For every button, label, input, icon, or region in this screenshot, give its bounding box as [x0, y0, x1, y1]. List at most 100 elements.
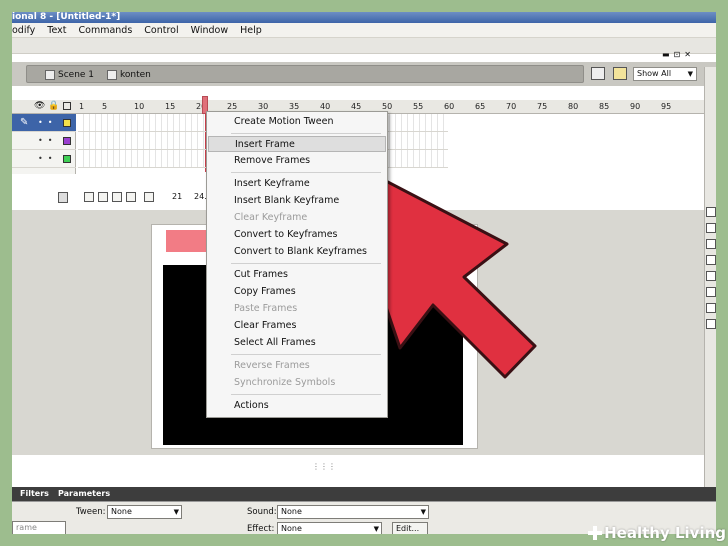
panel-icon[interactable] — [706, 255, 716, 265]
edit-scene-icon[interactable] — [591, 67, 605, 80]
tick-label: 50 — [382, 102, 393, 111]
menu-item-insert-keyframe[interactable]: Insert Keyframe — [208, 176, 386, 192]
panel-icon[interactable] — [706, 223, 716, 233]
panel-icon[interactable] — [706, 207, 716, 217]
tick-label: 75 — [537, 102, 548, 111]
menu-item-insert-blank-keyframe[interactable]: Insert Blank Keyframe — [208, 193, 386, 209]
menu-item-create-motion-tween[interactable]: Create Motion Tween — [208, 114, 386, 130]
zoom-select[interactable]: Show All ▼ — [633, 67, 697, 81]
symbol-crumb[interactable]: konten — [107, 67, 151, 83]
layer-toggles[interactable]: •• — [38, 136, 57, 145]
title-bar: ional 8 - [Untitled-1*] — [12, 12, 716, 23]
tick-label: 45 — [351, 102, 362, 111]
zoom-select-value: Show All — [637, 69, 672, 78]
menu-item-select-all-frames[interactable]: Select All Frames — [208, 335, 386, 351]
symbol-icon — [107, 70, 117, 80]
menu-separator — [231, 263, 381, 264]
menu-item-synchronize-symbols: Synchronize Symbols — [234, 377, 336, 388]
layer-toggles[interactable]: •• — [38, 118, 57, 127]
trash-icon[interactable] — [58, 192, 68, 203]
toolbar-strip — [12, 38, 716, 54]
menu-separator — [231, 394, 381, 395]
menu-commands[interactable]: Commands — [73, 23, 139, 38]
layer-outline-color[interactable] — [63, 155, 71, 163]
menu-separator — [231, 133, 381, 134]
sound-label: Sound: — [247, 507, 277, 517]
chevron-down-icon: ▼ — [420, 508, 426, 516]
tick-label: 90 — [630, 102, 641, 111]
panel-window-controls[interactable]: ▬⊡✕ — [662, 50, 695, 59]
panel-icon[interactable] — [706, 287, 716, 297]
layer-row[interactable]: •• — [12, 132, 76, 150]
eye-icon[interactable]: 👁 — [34, 101, 45, 111]
effect-label: Effect: — [247, 524, 275, 534]
panel-icon[interactable] — [706, 239, 716, 249]
scene-icon — [45, 70, 55, 80]
menu-item-actions[interactable]: Actions — [208, 398, 386, 414]
scene-crumb[interactable]: Scene 1 — [45, 67, 94, 83]
tab-parameters[interactable]: Parameters — [58, 489, 110, 498]
menu-item-cut-frames[interactable]: Cut Frames — [208, 267, 386, 283]
sound-value: None — [281, 507, 302, 516]
onion-markers-icon[interactable] — [144, 192, 154, 202]
menu-text[interactable]: Text — [41, 23, 72, 38]
tick-label: 95 — [661, 102, 672, 111]
resize-handle[interactable]: ⋮⋮⋮ — [312, 462, 336, 471]
tick-label: 30 — [258, 102, 269, 111]
layer-outline-color[interactable] — [63, 119, 71, 127]
sound-select[interactable]: None ▼ — [277, 505, 429, 519]
outline-icon[interactable] — [63, 102, 71, 110]
lock-icon[interactable]: 🔒 — [48, 101, 59, 111]
layer-row[interactable]: ✎ •• — [12, 114, 76, 132]
chevron-down-icon: ▼ — [173, 508, 179, 516]
effect-select[interactable]: None ▼ — [277, 522, 382, 534]
frame-label-field[interactable]: rame Label> — [12, 521, 66, 534]
onion-outline-icon[interactable] — [112, 192, 122, 202]
menu-help[interactable]: Help — [234, 23, 268, 38]
edit-symbols-icon[interactable] — [613, 67, 627, 80]
properties-tabs: Filters Parameters — [12, 487, 716, 501]
menu-item-convert-to-keyframes[interactable]: Convert to Keyframes — [208, 227, 386, 243]
layer-toggles[interactable]: •• — [38, 154, 57, 163]
watermark-text: Healthy Living — [604, 524, 726, 542]
panel-icon[interactable] — [706, 271, 716, 281]
panel-icon[interactable] — [706, 303, 716, 313]
tick-label: 40 — [320, 102, 331, 111]
tween-select[interactable]: None ▼ — [107, 505, 182, 519]
menu-modify[interactable]: odify — [12, 23, 41, 38]
breadcrumb: Scene 1 konten — [26, 65, 584, 83]
edit-multiple-icon[interactable] — [126, 192, 136, 202]
flash-window: ional 8 - [Untitled-1*] odify Text Comma… — [12, 12, 716, 534]
tick-label: 1 — [79, 102, 85, 111]
menu-item-remove-frames[interactable]: Remove Frames — [208, 153, 386, 169]
menu-item-copy-frames[interactable]: Copy Frames — [208, 284, 386, 300]
onion-skin-icon[interactable] — [98, 192, 108, 202]
menu-separator — [231, 172, 381, 173]
menu-item-clear-frames[interactable]: Clear Frames — [208, 318, 386, 334]
tick-label: 5 — [102, 102, 108, 111]
tick-label: 65 — [475, 102, 486, 111]
edit-bar: Scene 1 konten Show All ▼ — [12, 62, 716, 86]
layer-outline-color[interactable] — [63, 137, 71, 145]
menu-item-convert-to-blank-keyframes[interactable]: Convert to Blank Keyframes — [208, 244, 386, 260]
plus-icon — [588, 526, 603, 540]
tick-label: 70 — [506, 102, 517, 111]
current-frame: 21 — [172, 192, 183, 201]
tween-label: Tween: — [76, 507, 106, 517]
panel-icon[interactable] — [706, 319, 716, 329]
layer-row[interactable]: •• — [12, 150, 76, 168]
edit-button[interactable]: Edit... — [392, 522, 428, 534]
window-title: ional 8 - [Untitled-1*] — [12, 12, 121, 22]
center-frame-icon[interactable] — [84, 192, 94, 202]
menu-item-insert-frame[interactable]: Insert Frame — [208, 136, 386, 152]
effect-value: None — [281, 524, 302, 533]
tween-value: None — [111, 507, 132, 516]
menu-item-reverse-frames: Reverse Frames — [234, 360, 310, 371]
pencil-icon: ✎ — [20, 117, 29, 128]
menu-control[interactable]: Control — [138, 23, 184, 38]
layer-list: ✎ •• •• •• — [12, 114, 76, 174]
menu-item-paste-frames: Paste Frames — [234, 303, 298, 314]
menu-window[interactable]: Window — [185, 23, 234, 38]
symbol-label: konten — [120, 70, 151, 80]
tab-filters[interactable]: Filters — [20, 489, 49, 498]
